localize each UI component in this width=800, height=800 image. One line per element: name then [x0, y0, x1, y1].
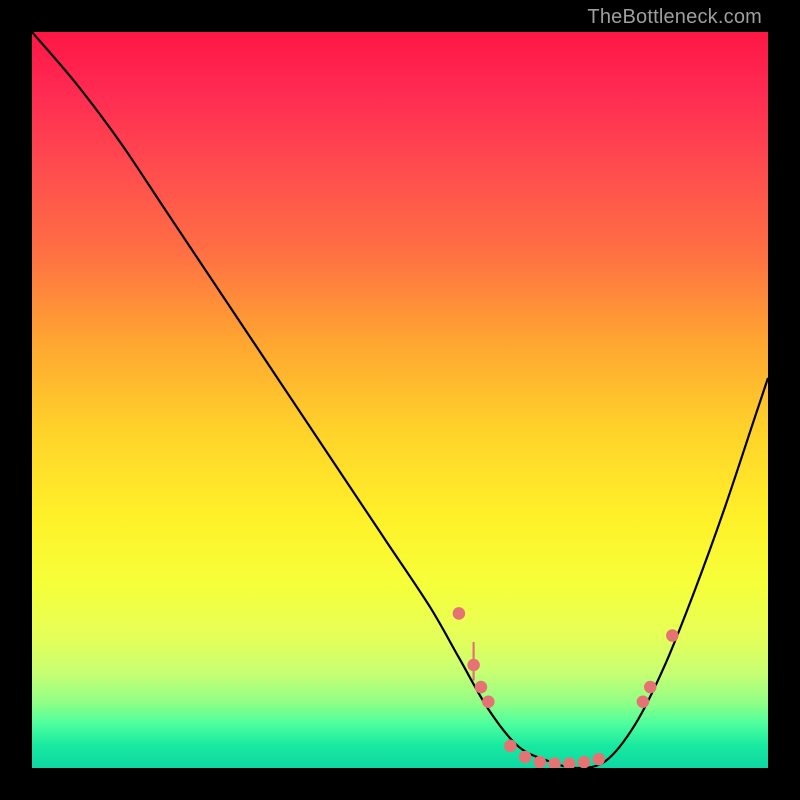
highlight-dot [504, 740, 517, 753]
highlight-dot [534, 756, 547, 768]
bottleneck-curve [32, 32, 768, 768]
highlight-dot [548, 757, 561, 768]
plot-area [32, 32, 768, 768]
highlight-dot [578, 756, 591, 768]
chart-stage: TheBottleneck.com [0, 0, 800, 800]
watermark-text: TheBottleneck.com [587, 6, 762, 29]
highlight-dot [475, 681, 488, 694]
highlight-dot [666, 629, 679, 642]
highlight-dot [637, 696, 650, 709]
highlight-dot [592, 753, 605, 766]
highlight-dot [563, 757, 576, 768]
highlight-dot [453, 607, 466, 620]
highlight-dot [644, 681, 657, 694]
curve-layer [32, 32, 768, 768]
curve-svg [32, 32, 768, 768]
highlight-dot [482, 696, 495, 709]
highlight-dot [519, 751, 532, 764]
